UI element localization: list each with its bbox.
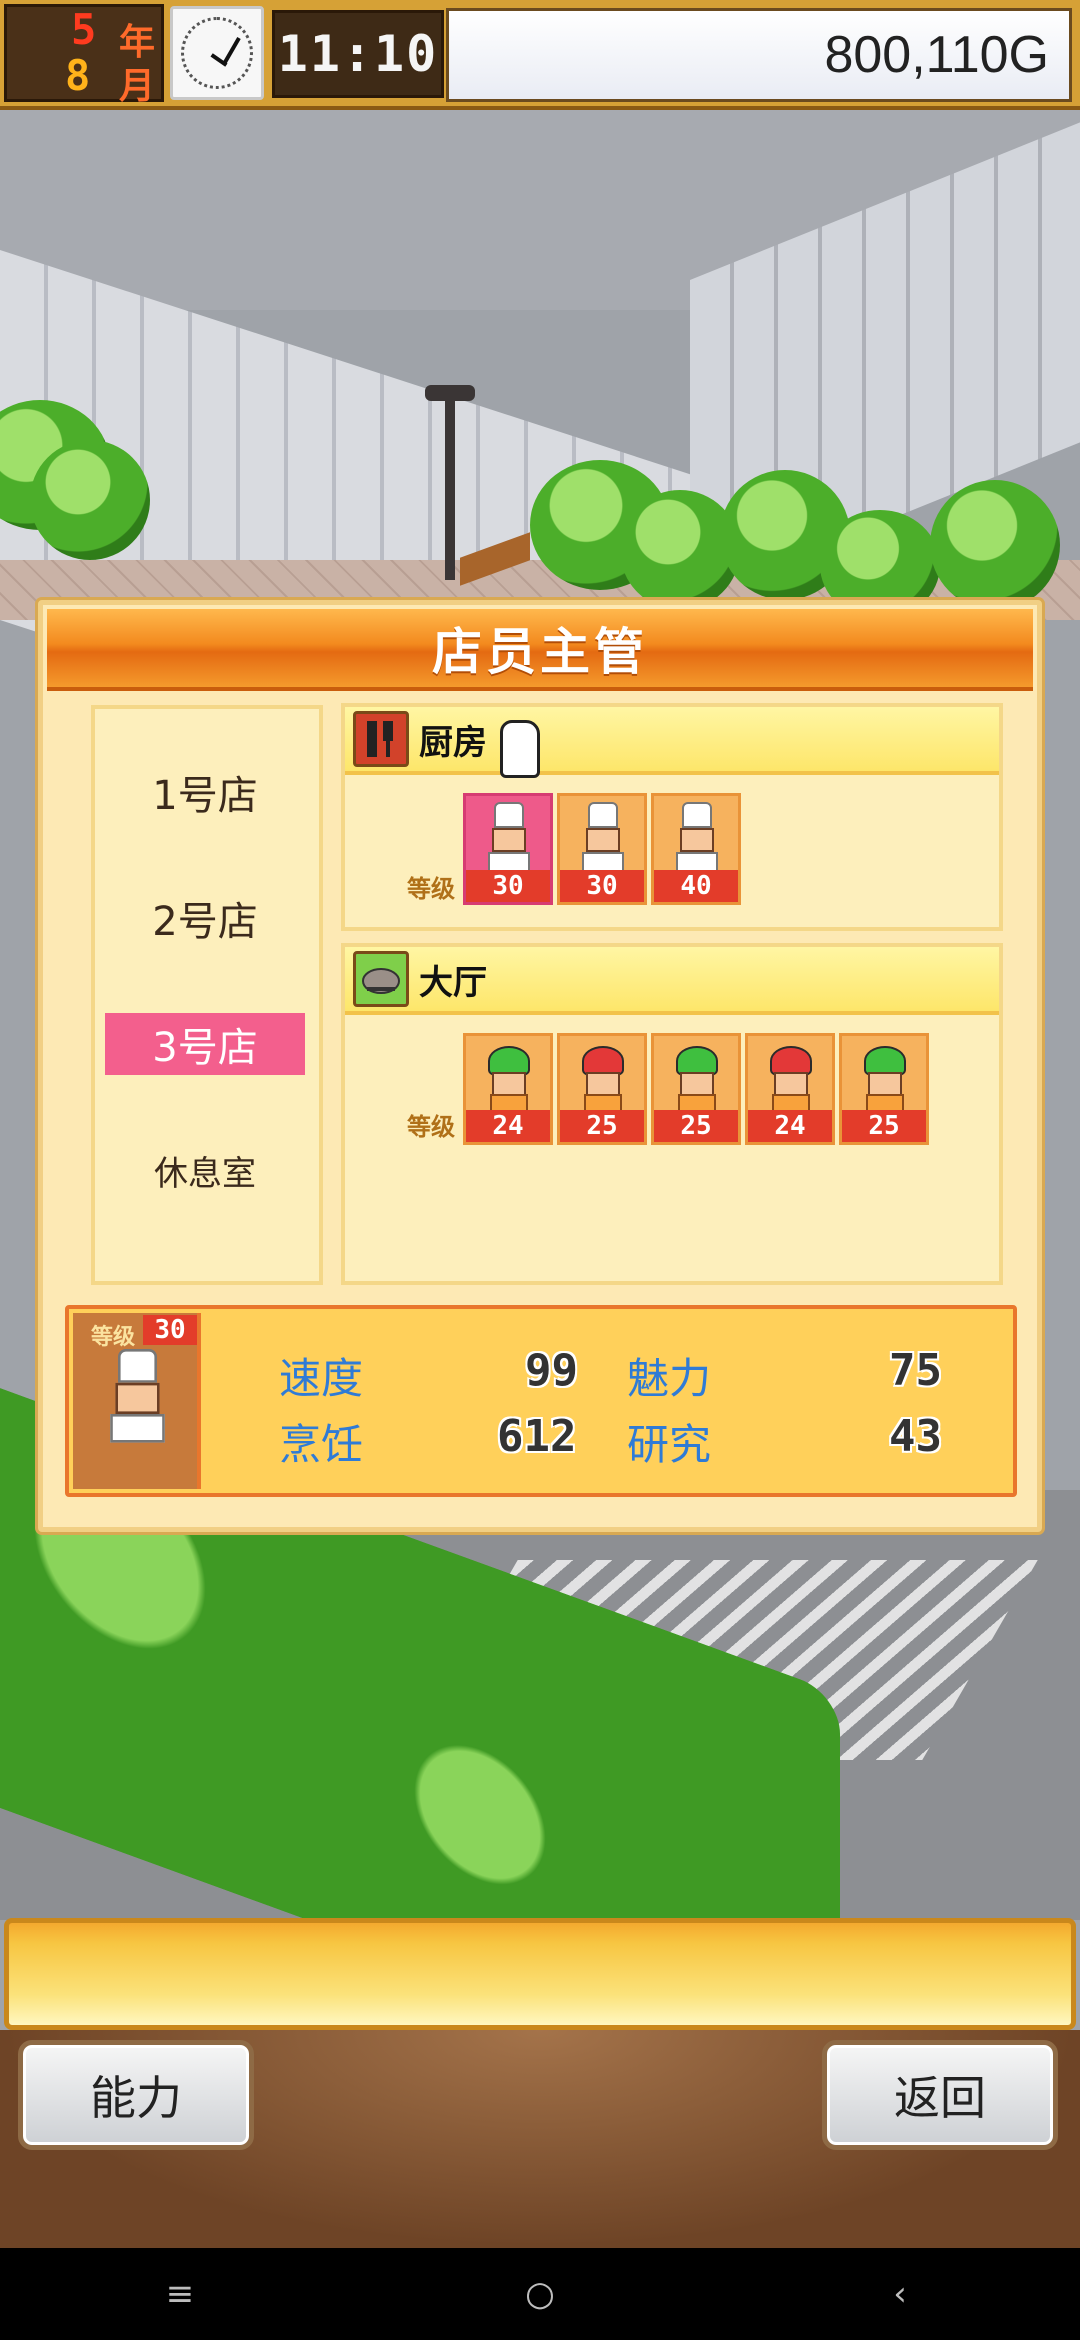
kitchen-staff-card[interactable]: 40 bbox=[651, 793, 741, 905]
stat-cooking-label: 烹饪 bbox=[279, 1420, 364, 1469]
employee-portrait: 等级 30 bbox=[73, 1313, 201, 1489]
top-hud: 5 年 8 月 11:10 800,110G bbox=[0, 0, 1080, 110]
home-icon[interactable]: ○ bbox=[480, 2274, 600, 2314]
waiter-sprite-icon bbox=[860, 1042, 910, 1114]
hall-panel: 大厅 等级 24 25 25 24 25 bbox=[341, 943, 1003, 1285]
hall-staff-card[interactable]: 24 bbox=[463, 1033, 553, 1145]
stat-charm-value: 75 bbox=[889, 1345, 942, 1396]
clock-icon bbox=[170, 6, 264, 100]
employee-level-label: 等级 bbox=[91, 1325, 136, 1350]
staff-level-badge: 30 bbox=[466, 870, 550, 902]
stat-charm-label: 魅力 bbox=[627, 1354, 712, 1403]
hall-header: 大厅 bbox=[345, 947, 999, 1015]
kitchen-staff-card[interactable]: 30 bbox=[557, 793, 647, 905]
system-nav-bar: ≡ ○ ‹ bbox=[0, 2248, 1080, 2340]
back-button[interactable]: 返回 bbox=[822, 2040, 1058, 2150]
stat-research-label: 研究 bbox=[627, 1420, 712, 1469]
waiter-sprite-icon bbox=[672, 1042, 722, 1114]
waiter-sprite-icon bbox=[484, 1042, 534, 1114]
waiter-sprite-icon bbox=[766, 1042, 816, 1114]
pointer-hand-icon bbox=[500, 720, 540, 778]
staff-level-badge: 30 bbox=[560, 870, 644, 902]
staff-manager-dialog: 店员主管 1号店 2号店 3号店 休息室 厨房 等级 30 30 40 大厅 等… bbox=[38, 600, 1042, 1532]
message-bar bbox=[4, 1918, 1076, 2030]
recent-apps-icon[interactable]: ≡ bbox=[120, 2274, 240, 2314]
store-list: 1号店 2号店 3号店 休息室 bbox=[91, 705, 323, 1285]
time-display: 11:10 bbox=[272, 10, 444, 98]
chef-sprite-icon bbox=[484, 802, 534, 874]
year-value: 5 bbox=[71, 5, 97, 54]
hall-staff-card[interactable]: 24 bbox=[745, 1033, 835, 1145]
street-lamp-head bbox=[425, 385, 475, 401]
store-item-1[interactable]: 1号店 bbox=[105, 761, 305, 823]
stat-cooking-value: 612 bbox=[497, 1411, 577, 1462]
nav-back-icon[interactable]: ‹ bbox=[840, 2274, 960, 2314]
hall-staff-row: 24 25 25 24 25 bbox=[463, 1033, 929, 1145]
kitchen-level-label: 等级 bbox=[407, 875, 455, 903]
hall-staff-card[interactable]: 25 bbox=[839, 1033, 929, 1145]
stat-research-value: 43 bbox=[889, 1411, 942, 1462]
dialog-title: 店员主管 bbox=[47, 609, 1033, 691]
staff-level-badge: 25 bbox=[560, 1110, 644, 1142]
month-value: 8 bbox=[65, 51, 91, 100]
hall-staff-card[interactable]: 25 bbox=[651, 1033, 741, 1145]
kitchen-staff-card[interactable]: 30 bbox=[463, 793, 553, 905]
staff-level-badge: 24 bbox=[748, 1110, 832, 1142]
employee-level-badge: 30 bbox=[143, 1315, 197, 1345]
staff-level-badge: 24 bbox=[466, 1110, 550, 1142]
store-item-3[interactable]: 3号店 bbox=[105, 1013, 305, 1075]
store-item-2[interactable]: 2号店 bbox=[105, 887, 305, 949]
kitchen-title: 厨房 bbox=[419, 722, 487, 763]
hall-staff-card[interactable]: 25 bbox=[557, 1033, 647, 1145]
serving-dish-icon bbox=[353, 951, 409, 1007]
month-unit: 月 bbox=[119, 66, 156, 107]
hall-title: 大厅 bbox=[419, 962, 487, 1003]
stat-speed-value: 99 bbox=[525, 1345, 578, 1396]
selected-employee-info: 等级 30 速度 99 魅力 75 烹饪 612 研究 43 bbox=[65, 1305, 1017, 1497]
kitchen-header: 厨房 bbox=[345, 707, 999, 775]
staff-level-badge: 25 bbox=[842, 1110, 926, 1142]
ability-button[interactable]: 能力 bbox=[18, 2040, 254, 2150]
staff-level-badge: 25 bbox=[654, 1110, 738, 1142]
stat-speed-label: 速度 bbox=[279, 1354, 364, 1403]
hall-level-label: 等级 bbox=[407, 1113, 455, 1141]
chef-portrait-icon bbox=[105, 1349, 170, 1443]
tree bbox=[30, 440, 150, 560]
kitchen-staff-row: 30 30 40 bbox=[463, 793, 741, 905]
store-item-break-room[interactable]: 休息室 bbox=[105, 1139, 305, 1201]
waiter-sprite-icon bbox=[578, 1042, 628, 1114]
clock-face bbox=[181, 17, 253, 89]
chef-sprite-icon bbox=[578, 802, 628, 874]
street-lamp bbox=[445, 390, 455, 580]
money-display: 800,110G bbox=[446, 8, 1072, 102]
date-box: 5 年 8 月 bbox=[4, 4, 164, 107]
kitchen-panel: 厨房 等级 30 30 40 bbox=[341, 703, 1003, 931]
tree bbox=[930, 480, 1060, 610]
staff-level-badge: 40 bbox=[654, 870, 738, 902]
kitchen-tools-icon bbox=[353, 711, 409, 767]
chef-sprite-icon bbox=[672, 802, 722, 874]
